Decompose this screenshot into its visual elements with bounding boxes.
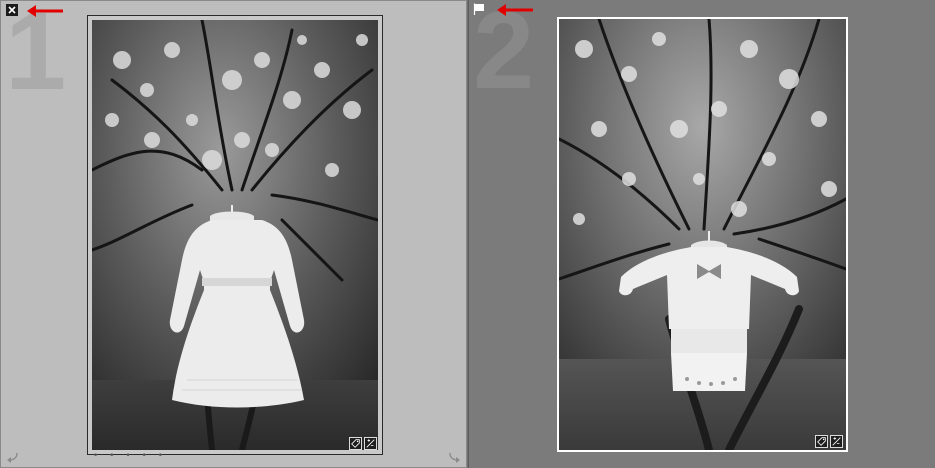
keyword-tag-icon[interactable]: [349, 437, 362, 450]
photo-dress[interactable]: [92, 20, 378, 450]
photo-dress-image: [92, 20, 378, 450]
keyword-tag-icon[interactable]: [815, 435, 828, 448]
red-arrow-annotation-icon: [497, 4, 533, 16]
red-arrow-annotation-icon: [27, 5, 63, 17]
thumbnail-frame[interactable]: [557, 17, 848, 452]
thumbnail-badges: [815, 435, 843, 448]
grid-view: 1 • • • • • 2: [0, 0, 935, 468]
thumbnail-badges: [349, 437, 377, 450]
grid-cell-1[interactable]: 1 • • • • •: [0, 0, 467, 468]
thumbnail-frame[interactable]: [87, 15, 383, 455]
photo-shirt-image: [559, 19, 846, 450]
develop-adjustments-icon[interactable]: [364, 437, 377, 450]
photo-shirt[interactable]: [559, 19, 846, 450]
develop-adjustments-icon[interactable]: [830, 435, 843, 448]
star-rating[interactable]: • • • • •: [93, 451, 167, 461]
grid-cell-2[interactable]: 2: [468, 0, 935, 468]
rotate-left-icon[interactable]: [6, 449, 20, 463]
rotate-right-icon[interactable]: [447, 449, 461, 463]
rejected-flag-icon[interactable]: [6, 4, 18, 16]
picked-flag-icon[interactable]: [473, 3, 485, 15]
